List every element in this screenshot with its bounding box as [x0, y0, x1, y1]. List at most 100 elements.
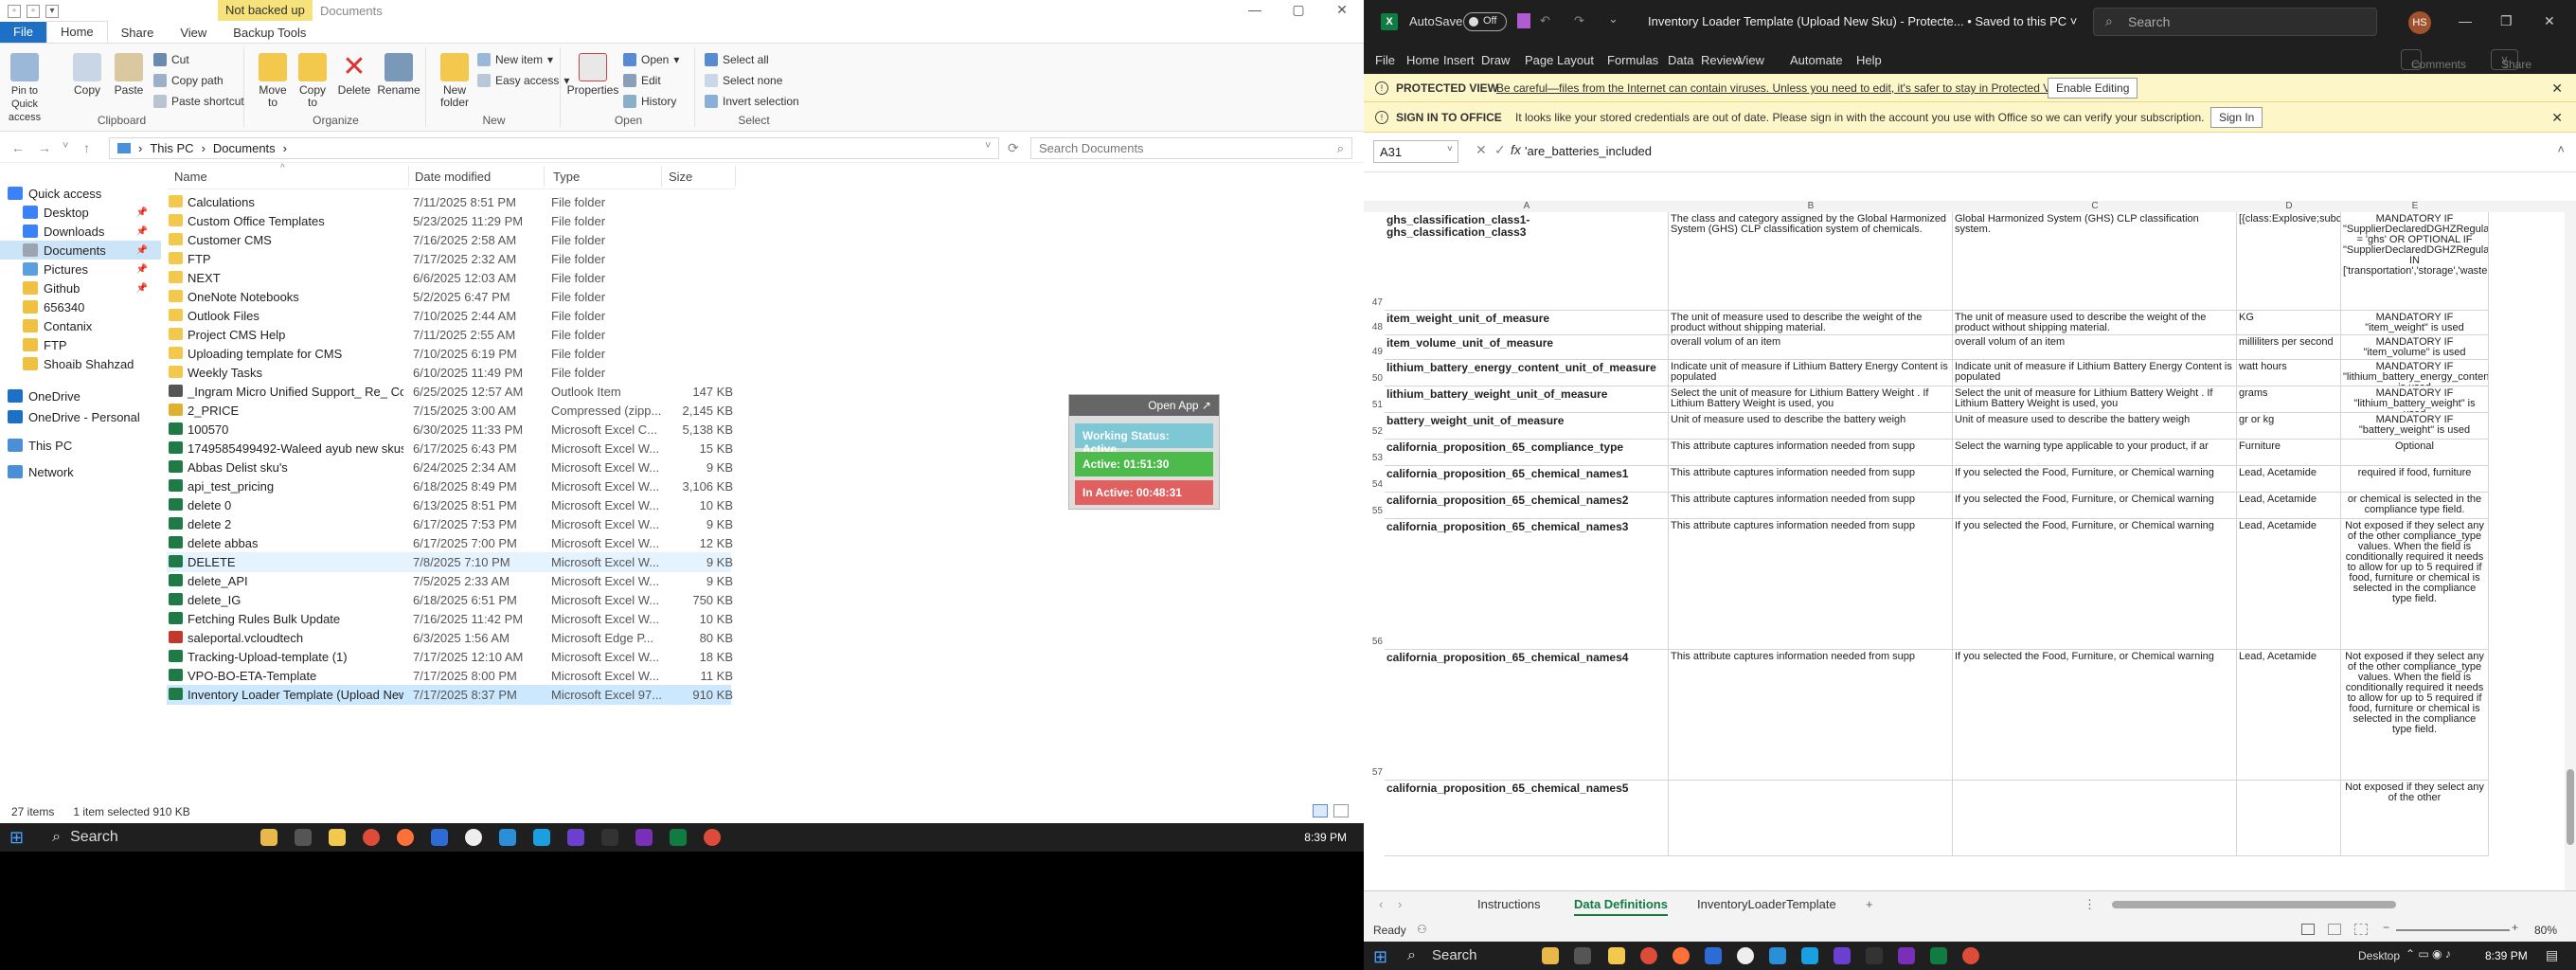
- excel-icon[interactable]: [1930, 947, 1947, 964]
- cell-a[interactable]: item_volume_unit_of_measure: [1385, 335, 1669, 360]
- row-number[interactable]: 48: [1364, 322, 1385, 332]
- expand-formula-icon[interactable]: ˄: [2557, 142, 2565, 156]
- cell-e[interactable]: MANDATORY IF "lithium_battery_energy_con…: [2341, 360, 2489, 386]
- back-arrow-icon[interactable]: ←: [11, 140, 25, 155]
- terminal-icon[interactable]: [601, 829, 619, 846]
- cell-d[interactable]: Furniture: [2237, 440, 2341, 466]
- cell-c[interactable]: overall volum of an item: [1953, 335, 2237, 360]
- delete-button[interactable]: ✕ Delete: [335, 53, 373, 97]
- sidebar-item-this-pc[interactable]: This PC: [0, 436, 161, 455]
- open-app-button[interactable]: Open App ↗: [1069, 395, 1219, 416]
- cell-c[interactable]: The unit of measure used to describe the…: [1953, 311, 2237, 335]
- row-number[interactable]: 51: [1364, 400, 1385, 410]
- taskbar-search-label[interactable]: Search: [1432, 947, 1477, 963]
- visual-studio-icon[interactable]: [567, 829, 585, 846]
- search-documents-input[interactable]: Search Documents ⌕: [1030, 137, 1352, 159]
- name-box[interactable]: A31: [1373, 140, 1458, 163]
- row-number[interactable]: 53: [1364, 453, 1385, 463]
- sign-in-button[interactable]: Sign In: [2210, 107, 2263, 128]
- recent-dropdown-icon[interactable]: ˅: [63, 140, 68, 152]
- cell-b[interactable]: The unit of measure used to describe the…: [1669, 311, 1953, 335]
- row-number[interactable]: 57: [1364, 767, 1385, 778]
- cell-a[interactable]: california_proposition_65_compliance_typ…: [1385, 440, 1669, 466]
- copilot-icon[interactable]: [1542, 947, 1559, 964]
- cell-a[interactable]: california_proposition_65_chemical_names…: [1385, 466, 1669, 493]
- chrome-icon[interactable]: [1640, 947, 1657, 964]
- prev-sheet-icon[interactable]: ‹: [1379, 897, 1383, 911]
- large-icons-view-icon[interactable]: [1333, 804, 1349, 817]
- table-row[interactable]: Customer CMS 7/16/2025 2:58 AM File folder: [167, 230, 731, 250]
- onenote-icon[interactable]: [1898, 947, 1915, 964]
- address-dropdown-icon[interactable]: ˅: [985, 140, 991, 152]
- table-row[interactable]: Uploading template for CMS 7/10/2025 6:19…: [167, 344, 731, 364]
- save-icon[interactable]: [1517, 13, 1530, 28]
- table-row[interactable]: Calculations 7/11/2025 8:51 PM File folder: [167, 192, 731, 212]
- table-row[interactable]: NEXT 6/6/2025 12:03 AM File folder: [167, 268, 731, 288]
- autosave-toggle[interactable]: Off: [1463, 12, 1507, 31]
- sidebar-item-network[interactable]: Network: [0, 462, 161, 481]
- sidebar-item-documents[interactable]: Documents 📌: [0, 241, 161, 260]
- edge-icon[interactable]: [1769, 947, 1786, 964]
- row-number[interactable]: 47: [1364, 297, 1385, 308]
- zoom-level[interactable]: 80%: [2534, 924, 2557, 937]
- table-row[interactable]: Tracking-Upload-template (1) 7/17/2025 12…: [167, 647, 733, 667]
- paste-button[interactable]: Paste: [110, 53, 148, 97]
- cell-b[interactable]: Indicate unit of measure if Lithium Batt…: [1669, 360, 1953, 386]
- tab-view[interactable]: View: [167, 23, 220, 43]
- windows-start-icon[interactable]: ⊞: [9, 828, 24, 848]
- sidebar-item-github[interactable]: Github 📌: [0, 278, 161, 297]
- cell-b[interactable]: Unit of measure used to describe the bat…: [1669, 413, 1953, 440]
- zoom-out-icon[interactable]: −: [2383, 921, 2389, 934]
- tab-page-layout[interactable]: Page Layout: [1525, 53, 1594, 67]
- tab-insert[interactable]: Insert: [1443, 53, 1475, 67]
- column-name[interactable]: Name: [174, 170, 207, 184]
- teams-icon[interactable]: [1705, 947, 1722, 964]
- column-date[interactable]: Date modified: [415, 170, 491, 184]
- teams-icon[interactable]: [431, 829, 449, 846]
- table-row[interactable]: delete 2 6/17/2025 7:53 PM Microsoft Excel…: [167, 514, 733, 534]
- minimize-icon[interactable]: —: [1233, 0, 1277, 21]
- clock[interactable]: 8:39 PM: [2485, 949, 2528, 962]
- table-row[interactable]: Abbas Delist sku's 6/24/2025 2:34 AM Micro…: [167, 458, 733, 477]
- vscode-icon[interactable]: [1801, 947, 1818, 964]
- table-row[interactable]: delete 0 6/13/2025 8:51 PM Microsoft Excel…: [167, 495, 733, 515]
- sidebar-item-onedrive-personal[interactable]: OneDrive - Personal: [0, 407, 161, 426]
- accessibility-icon[interactable]: ⚇: [1417, 923, 1427, 936]
- tab-file[interactable]: File: [1375, 53, 1395, 67]
- zoom-slider[interactable]: [2396, 929, 2510, 931]
- cell-b[interactable]: This attribute captures information need…: [1669, 466, 1953, 493]
- breadcrumb-documents[interactable]: Documents: [213, 141, 276, 155]
- pin-icon[interactable]: 📌: [136, 226, 148, 237]
- column-header-e[interactable]: E: [2341, 201, 2489, 211]
- cell-e[interactable]: Optional: [2341, 440, 2489, 466]
- sidebar-item-contanix[interactable]: Contanix: [0, 316, 161, 335]
- table-row[interactable]: Outlook Files 7/10/2025 2:44 AM File folde…: [167, 306, 731, 326]
- cell-c[interactable]: If you selected the Food, Furniture, or …: [1953, 466, 2237, 493]
- next-sheet-icon[interactable]: ›: [1398, 897, 1402, 911]
- table-row[interactable]: api_test_pricing 6/18/2025 8:49 PM Microso…: [167, 476, 733, 496]
- sidebar-item-pictures[interactable]: Pictures 📌: [0, 260, 161, 278]
- excel-icon[interactable]: [670, 829, 688, 846]
- scroll-thumb[interactable]: [2567, 769, 2574, 845]
- sidebar-item-ftp[interactable]: FTP: [0, 335, 161, 354]
- select-all-button[interactable]: Select all: [705, 53, 769, 66]
- tab-data[interactable]: Data: [1668, 53, 1693, 67]
- tab-formulas[interactable]: Formulas: [1607, 53, 1658, 67]
- edge-icon[interactable]: [499, 829, 517, 846]
- up-arrow-icon[interactable]: ↑: [83, 140, 90, 155]
- table-row[interactable]: 2_PRICE 7/15/2025 3:00 AM Compressed (zipp…: [167, 401, 733, 421]
- sidebar-item-desktop[interactable]: Desktop 📌: [0, 203, 161, 222]
- firefox-icon[interactable]: [1673, 947, 1690, 964]
- clock[interactable]: 8:39 PM: [1304, 831, 1347, 844]
- cell-b[interactable]: This attribute captures information need…: [1669, 650, 1953, 781]
- zoom-in-icon[interactable]: +: [2512, 921, 2518, 934]
- document-title[interactable]: Inventory Loader Template (Upload New Sk…: [1648, 14, 2077, 28]
- cell-b[interactable]: [1669, 781, 1953, 856]
- avatar[interactable]: HS: [2408, 11, 2431, 34]
- cell-e[interactable]: Not exposed if they select any of the ot…: [2341, 781, 2489, 856]
- cell-a[interactable]: lithium_battery_energy_content_unit_of_m…: [1385, 360, 1669, 386]
- history-button[interactable]: History: [623, 95, 676, 108]
- select-none-button[interactable]: Select none: [705, 74, 782, 87]
- move-to-button[interactable]: Move to: [256, 53, 290, 109]
- row-number[interactable]: 49: [1364, 347, 1385, 357]
